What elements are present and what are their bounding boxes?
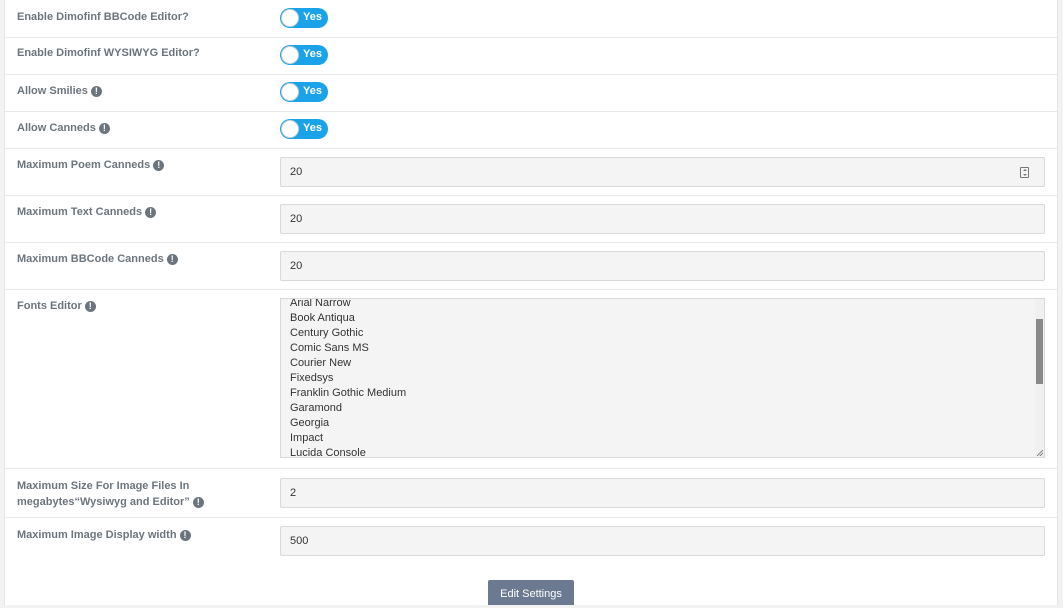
max-image-width-input[interactable]: 500 [280,526,1045,556]
list-item[interactable]: Courier New [290,356,406,371]
setting-label: Enable Dimofinf BBCode Editor? [17,11,189,23]
number-spinner-icon[interactable] [1020,167,1029,178]
list-item[interactable]: Century Gothic [290,326,406,341]
wysiwyg-editor-toggle[interactable]: Yes [280,45,328,65]
setting-row-allow-canneds: Allow Canneds! Yes [5,112,1057,149]
setting-label: Allow Canneds! [17,120,237,136]
toggle-knob [281,9,299,27]
list-item[interactable]: Arial Narrow [290,299,406,311]
input-value: 20 [290,213,303,225]
settings-panel: Enable Dimofinf BBCode Editor? Yes Enabl… [4,0,1058,605]
setting-label: Maximum Image Display width! [17,527,237,543]
max-text-canneds-input[interactable]: 20 [280,204,1045,234]
toggle-knob [281,46,299,64]
list-item[interactable]: Franklin Gothic Medium [290,386,406,401]
toggle-value: Yes [303,85,322,97]
info-icon[interactable]: ! [145,207,157,218]
input-value: 2 [290,487,297,499]
list-item[interactable]: Impact [290,431,406,446]
list-item[interactable]: Book Antiqua [290,311,406,326]
bbcode-editor-toggle[interactable]: Yes [280,8,328,28]
list-item[interactable]: Garamond [290,401,406,416]
setting-row-allow-smilies: Allow Smilies! Yes [5,75,1057,112]
fonts-list: Arial Narrow Book Antiqua Century Gothic… [290,299,406,457]
setting-row-wysiwyg-editor: Enable Dimofinf WYSIWYG Editor? Yes [5,38,1057,75]
toggle-knob [281,83,299,101]
list-item[interactable]: Fixedsys [290,371,406,386]
setting-label-text: Fonts Editor [17,300,82,312]
edit-settings-button[interactable]: Edit Settings [488,580,574,605]
setting-label: Maximum Text Canneds! [17,204,237,220]
max-image-size-input[interactable]: 2 [280,478,1045,508]
allow-canneds-toggle[interactable]: Yes [280,119,328,139]
setting-row-max-poem-canneds: Maximum Poem Canneds! 20 [5,149,1057,196]
info-icon[interactable]: ! [166,254,178,265]
list-item[interactable]: Georgia [290,416,406,431]
toggle-value: Yes [303,11,322,23]
setting-label-text: Maximum Image Display width [17,529,177,541]
setting-label: Allow Smilies! [17,83,237,99]
setting-label-text: Maximum Text Canneds [17,206,143,218]
input-value: 20 [290,260,303,272]
scrollbar-thumb[interactable] [1036,319,1043,384]
setting-label-text: Maximum Poem Canneds [17,159,151,171]
setting-row-max-text-canneds: Maximum Text Canneds! 20 [5,196,1057,243]
setting-label: Fonts Editor! [17,298,237,314]
info-icon[interactable]: ! [90,86,102,97]
max-bbcode-canneds-input[interactable]: 20 [280,251,1045,281]
setting-label: Maximum BBCode Canneds! [17,251,237,267]
allow-smilies-toggle[interactable]: Yes [280,82,328,102]
list-item[interactable]: Lucida Console [290,446,406,457]
setting-row-bbcode-editor: Enable Dimofinf BBCode Editor? Yes [5,0,1057,38]
setting-row-max-image-size: Maximum Size For Image Files In megabyte… [5,468,1057,518]
resize-handle-icon[interactable] [1037,450,1043,456]
toggle-value: Yes [303,48,322,60]
setting-label: Maximum Size For Image Files In megabyte… [17,478,227,510]
info-icon[interactable]: ! [192,497,204,508]
info-icon[interactable]: ! [98,123,110,134]
toggle-knob [281,120,299,138]
info-icon[interactable]: ! [179,530,191,541]
toggle-value: Yes [303,122,322,134]
setting-label-text: Allow Smilies [17,85,88,97]
setting-label: Maximum Poem Canneds! [17,157,237,173]
max-poem-canneds-input[interactable]: 20 [280,157,1045,187]
setting-label-text: Maximum Size For Image Files In megabyte… [17,480,190,508]
list-item[interactable]: Comic Sans MS [290,341,406,356]
input-value: 20 [290,166,303,178]
setting-row-max-bbcode-canneds: Maximum BBCode Canneds! 20 [5,243,1057,290]
setting-row-max-image-width: Maximum Image Display width! 500 [5,518,1057,568]
info-icon[interactable]: ! [153,160,165,171]
fonts-editor-listbox[interactable]: Arial Narrow Book Antiqua Century Gothic… [280,298,1045,458]
setting-label: Enable Dimofinf WYSIWYG Editor? [17,47,200,59]
input-value: 500 [290,535,309,547]
info-icon[interactable]: ! [84,301,96,312]
listbox-scrollbar[interactable] [1035,299,1044,457]
setting-label-text: Allow Canneds [17,122,96,134]
setting-label-text: Maximum BBCode Canneds [17,253,164,265]
